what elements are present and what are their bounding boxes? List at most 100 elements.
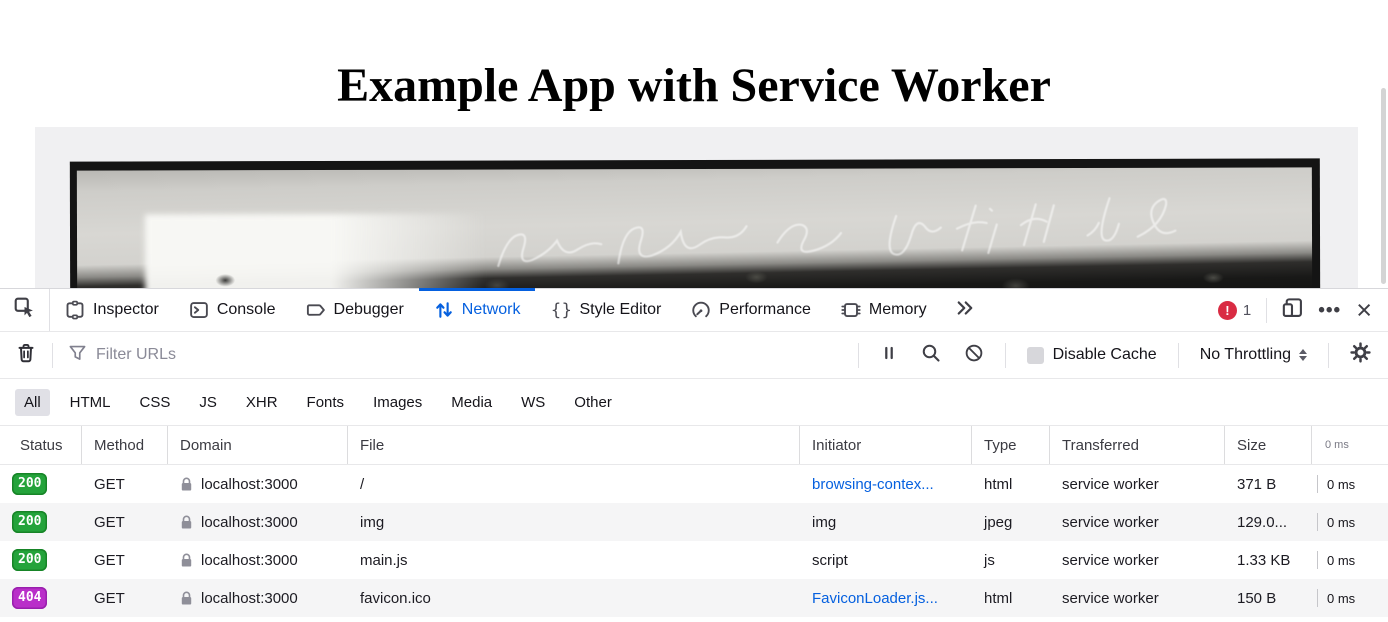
error-count-button[interactable]: ! 1 [1218, 301, 1251, 320]
column-header-domain[interactable]: Domain [168, 426, 348, 464]
up-down-arrows-icon [1299, 349, 1307, 361]
clear-requests-button[interactable] [0, 342, 52, 368]
lock-icon [180, 515, 193, 530]
tab-console[interactable]: Console [174, 289, 291, 331]
type-filter-css[interactable]: CSS [131, 389, 180, 416]
type-filter-all[interactable]: All [15, 389, 50, 416]
timeline-tick [1317, 475, 1318, 493]
pick-element-button[interactable] [0, 289, 50, 331]
tab-label: Performance [719, 301, 811, 319]
tab-performance[interactable]: Performance [676, 289, 826, 331]
column-header-timeline[interactable]: 0 ms [1312, 426, 1388, 464]
search-button[interactable] [921, 343, 941, 368]
error-count: 1 [1243, 302, 1251, 319]
type-filter-fonts[interactable]: Fonts [298, 389, 354, 416]
transferred-cell: service worker [1050, 476, 1225, 493]
table-body: 200 GET localhost:3000 / browsing-contex… [0, 465, 1388, 617]
block-requests-button[interactable] [964, 343, 984, 368]
type-filter-media[interactable]: Media [442, 389, 501, 416]
time-text: 0 ms [1327, 553, 1355, 568]
initiator-cell: img [800, 514, 972, 531]
tab-label: Inspector [93, 301, 159, 319]
column-header-initiator[interactable]: Initiator [800, 426, 972, 464]
column-header-method[interactable]: Method [82, 426, 168, 464]
type-filter-js[interactable]: JS [190, 389, 226, 416]
disable-cache-label: Disable Cache [1053, 346, 1157, 364]
column-header-type[interactable]: Type [972, 426, 1050, 464]
time-text: 0 ms [1327, 477, 1355, 492]
pause-recording-button[interactable] [880, 344, 898, 367]
initiator-cell: browsing-contex... [800, 476, 972, 493]
method-cell: GET [82, 552, 168, 569]
column-header-size[interactable]: Size [1225, 426, 1312, 464]
more-tabs-button[interactable] [942, 289, 988, 331]
status-badge: 404 [12, 587, 47, 608]
type-filter-images[interactable]: Images [364, 389, 431, 416]
tab-inspector[interactable]: Inspector [50, 289, 174, 331]
file-cell: main.js [348, 552, 800, 569]
timeline-cell: 0 ms [1312, 579, 1388, 617]
domain-text: localhost:3000 [201, 552, 298, 569]
table-row[interactable]: 404 GET localhost:3000 favicon.ico Favic… [0, 579, 1388, 617]
domain-text: localhost:3000 [201, 514, 298, 531]
domain-cell: localhost:3000 [168, 590, 348, 607]
filter-urls-input[interactable]: Filter URLs [53, 343, 860, 367]
gear-icon [1350, 342, 1371, 368]
network-settings-button[interactable] [1350, 342, 1371, 368]
tabbar-right-controls: ! 1 ••• × [1218, 289, 1388, 331]
close-icon: × [1356, 297, 1372, 324]
status-cell: 404 [0, 587, 82, 608]
double-chevron-icon [954, 298, 976, 323]
page-scrollbar[interactable] [1381, 88, 1386, 284]
tab-debugger[interactable]: Debugger [291, 289, 419, 331]
column-header-file[interactable]: File [348, 426, 800, 464]
close-devtools-button[interactable]: × [1356, 297, 1372, 324]
lock-icon [180, 477, 193, 492]
tab-style-editor[interactable]: {} Style Editor [535, 289, 676, 331]
type-filter-ws[interactable]: WS [512, 389, 554, 416]
network-icon [434, 300, 454, 320]
domain-text: localhost:3000 [201, 476, 298, 493]
throttling-dropdown[interactable]: No Throttling [1200, 346, 1307, 364]
memory-icon [841, 300, 861, 320]
initiator-link[interactable]: FaviconLoader.js... [812, 590, 938, 607]
devtools-tabs: Inspector Console Debugger Network {} St… [50, 289, 942, 331]
transferred-cell: service worker [1050, 514, 1225, 531]
tab-label: Network [462, 301, 521, 319]
type-filter-html[interactable]: HTML [61, 389, 120, 416]
method-cell: GET [82, 514, 168, 531]
style-editor-icon: {} [550, 300, 571, 320]
status-cell: 200 [0, 549, 82, 570]
table-row[interactable]: 200 GET localhost:3000 img img jpeg serv… [0, 503, 1388, 541]
network-toolbar: Filter URLs Disable Cache No Throttling [0, 332, 1388, 379]
time-text: 0 ms [1327, 515, 1355, 530]
table-row[interactable]: 200 GET localhost:3000 main.js script js… [0, 541, 1388, 579]
column-header-transferred[interactable]: Transferred [1050, 426, 1225, 464]
type-cell: js [972, 552, 1050, 569]
responsive-design-icon [1282, 297, 1303, 323]
lock-icon [180, 591, 193, 606]
tab-network[interactable]: Network [419, 289, 536, 331]
type-cell: jpeg [972, 514, 1050, 531]
disable-cache-checkbox[interactable] [1027, 347, 1044, 364]
separator [1328, 343, 1329, 368]
method-cell: GET [82, 476, 168, 493]
initiator-cell: FaviconLoader.js... [800, 590, 972, 607]
separator [1005, 343, 1006, 368]
file-cell: / [348, 476, 800, 493]
devtools-menu-button[interactable]: ••• [1318, 301, 1341, 320]
devtools-panel: Inspector Console Debugger Network {} St… [0, 288, 1388, 622]
request-type-filters: All HTML CSS JS XHR Fonts Images Media WS Other [0, 379, 1388, 426]
tab-memory[interactable]: Memory [826, 289, 942, 331]
column-header-status[interactable]: Status [0, 426, 82, 464]
responsive-design-mode-button[interactable] [1282, 297, 1303, 323]
status-cell: 200 [0, 473, 82, 494]
performance-icon [691, 300, 711, 320]
initiator-link[interactable]: browsing-contex... [812, 476, 934, 493]
timeline-tick [1317, 513, 1318, 531]
type-filter-xhr[interactable]: XHR [237, 389, 287, 416]
type-filter-other[interactable]: Other [565, 389, 621, 416]
table-row[interactable]: 200 GET localhost:3000 / browsing-contex… [0, 465, 1388, 503]
time-text: 0 ms [1327, 591, 1355, 606]
devtools-tabbar: Inspector Console Debugger Network {} St… [0, 289, 1388, 332]
